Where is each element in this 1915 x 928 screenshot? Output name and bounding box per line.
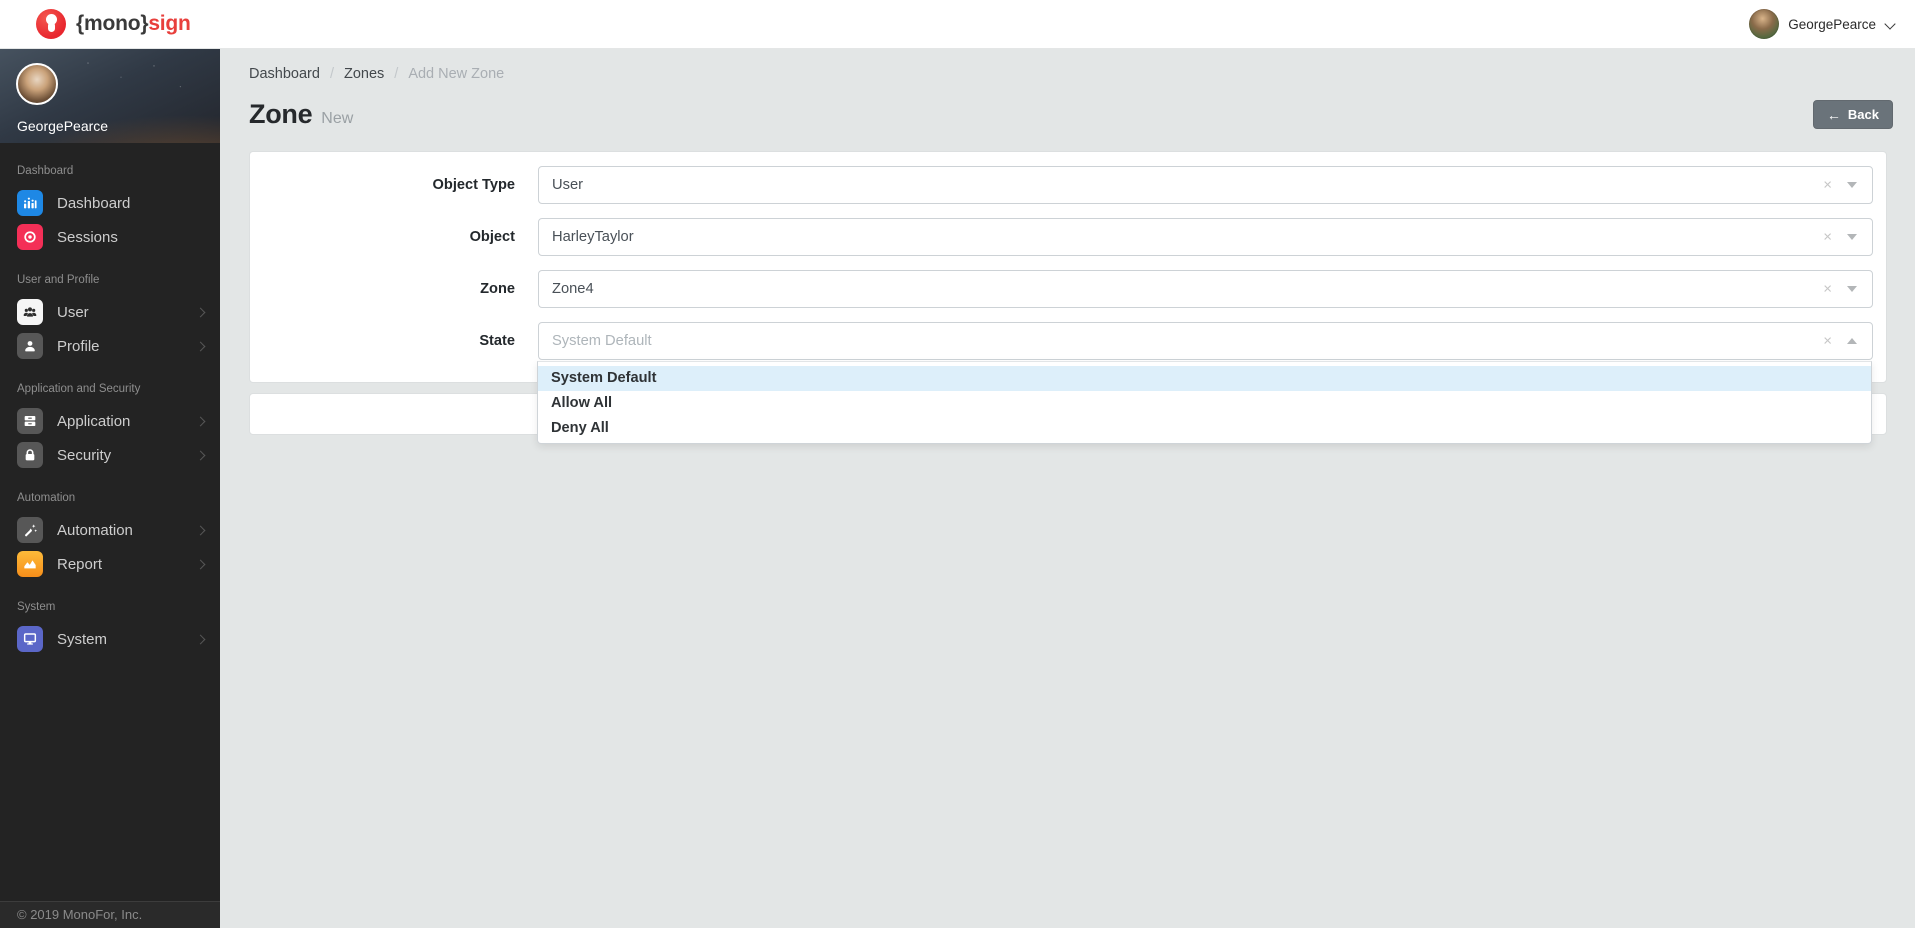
monosign-keyhole-icon — [36, 9, 66, 39]
sidebar-item-label: Automation — [57, 521, 133, 539]
clear-icon[interactable]: × — [1823, 334, 1832, 349]
breadcrumb-zones[interactable]: Zones — [344, 66, 384, 82]
sidebar-profile-name: GeorgePearce — [17, 118, 109, 134]
brand-name-sign: sign — [148, 12, 191, 35]
dashboard-icon — [17, 190, 43, 216]
form-row-object: Object HarleyTaylor × — [250, 218, 1886, 256]
brand-logo[interactable]: {mono}sign — [36, 9, 191, 39]
back-button[interactable]: ← Back — [1812, 100, 1893, 129]
page-title: Zone — [249, 99, 313, 129]
dropdown-option-deny-all[interactable]: Deny All — [538, 416, 1871, 441]
state-dropdown-menu: System Default Allow All Deny All — [537, 361, 1872, 444]
sidebar-profile-card: GeorgePearce — [0, 49, 220, 143]
brand-name: {mono}sign — [76, 12, 191, 36]
report-chart-icon — [17, 551, 43, 577]
form-row-state: State System Default × — [250, 322, 1886, 360]
nav-section-automation: Automation — [17, 492, 76, 504]
chevron-right-icon — [197, 635, 205, 643]
sessions-icon — [17, 224, 43, 250]
form-row-zone: Zone Zone4 × — [250, 270, 1886, 308]
clear-icon[interactable]: × — [1823, 178, 1832, 193]
object-type-value: User — [552, 177, 584, 193]
clear-icon[interactable]: × — [1823, 230, 1832, 245]
sidebar-item-profile[interactable]: Profile — [0, 329, 220, 363]
sidebar-item-label: Profile — [57, 337, 100, 355]
profile-icon — [17, 333, 43, 359]
sidebar-item-label: Dashboard — [57, 194, 131, 212]
users-icon — [17, 299, 43, 325]
application-icon — [17, 408, 43, 434]
monitor-icon — [17, 626, 43, 652]
caret-down-icon[interactable] — [1847, 286, 1857, 292]
sidebar-item-label: Report — [57, 555, 103, 573]
sidebar-nav: Dashboard Dashboard Sessions User and Pr… — [0, 143, 220, 656]
object-value: HarleyTaylor — [552, 229, 634, 245]
back-button-label: Back — [1847, 107, 1879, 122]
sidebar-item-label: Security — [57, 446, 112, 464]
back-arrow-icon: ← — [1826, 106, 1841, 123]
zone-form-card: Object Type User × Object HarleyTaylor ×… — [249, 151, 1887, 383]
zone-select[interactable]: Zone4 × — [538, 270, 1873, 308]
user-menu[interactable]: GeorgePearce — [1749, 9, 1895, 39]
sidebar-item-label: System — [57, 630, 108, 648]
caret-up-icon[interactable] — [1847, 338, 1857, 344]
object-type-select[interactable]: User × — [538, 166, 1873, 204]
chevron-right-icon — [197, 342, 205, 350]
breadcrumb-dashboard[interactable]: Dashboard — [249, 66, 320, 82]
object-label: Object — [469, 229, 515, 245]
breadcrumb-separator: / — [394, 66, 399, 82]
sidebar-item-application[interactable]: Application — [0, 404, 220, 438]
state-placeholder: System Default — [552, 333, 652, 349]
nav-section-dashboard: Dashboard — [17, 165, 74, 177]
sidebar-item-label: Sessions — [57, 228, 118, 246]
chevron-right-icon — [197, 417, 205, 425]
nav-section-user-profile: User and Profile — [17, 274, 100, 286]
sidebar-item-system[interactable]: System — [0, 622, 220, 656]
copyright-footer: © 2019 MonoFor, Inc. — [0, 901, 220, 928]
clear-icon[interactable]: × — [1823, 282, 1832, 297]
user-menu-name: GeorgePearce — [1788, 16, 1876, 32]
form-row-object-type: Object Type User × — [250, 166, 1886, 204]
nav-section-application-security: Application and Security — [17, 383, 141, 395]
app-root: {mono}sign GeorgePearce GeorgePearce Das… — [0, 0, 1915, 928]
chevron-down-icon — [1885, 19, 1895, 29]
caret-down-icon[interactable] — [1847, 182, 1857, 188]
sidebar-item-user[interactable]: User — [0, 295, 220, 329]
page-head: Zone New — [249, 99, 353, 130]
page-subtitle: New — [321, 110, 354, 127]
top-bar: {mono}sign GeorgePearce — [0, 0, 1915, 49]
sidebar-item-label: User — [57, 303, 89, 321]
sidebar-item-automation[interactable]: Automation — [0, 513, 220, 547]
sidebar-item-dashboard[interactable]: Dashboard — [0, 186, 220, 220]
object-type-label: Object Type — [432, 177, 515, 193]
chevron-right-icon — [197, 560, 205, 568]
dropdown-option-allow-all[interactable]: Allow All — [538, 391, 1871, 416]
breadcrumb-separator: / — [329, 66, 334, 82]
state-select[interactable]: System Default × — [538, 322, 1873, 360]
object-select[interactable]: HarleyTaylor × — [538, 218, 1873, 256]
user-avatar — [1749, 9, 1780, 39]
chevron-right-icon — [197, 308, 205, 316]
breadcrumb: Dashboard / Zones / Add New Zone — [249, 66, 504, 82]
sidebar-item-security[interactable]: Security — [0, 438, 220, 472]
zone-value: Zone4 — [552, 281, 594, 297]
chevron-right-icon — [197, 526, 205, 534]
magic-wand-icon — [17, 517, 43, 543]
zone-label: Zone — [480, 281, 515, 297]
main-content: Dashboard / Zones / Add New Zone Zone Ne… — [220, 49, 1915, 928]
sidebar-profile-avatar — [16, 63, 58, 105]
sidebar-item-sessions[interactable]: Sessions — [0, 220, 220, 254]
caret-down-icon[interactable] — [1847, 234, 1857, 240]
nav-section-system: System — [17, 601, 56, 613]
brand-name-mono: {mono} — [76, 12, 149, 35]
lock-icon — [17, 442, 43, 468]
dropdown-option-system-default[interactable]: System Default — [538, 366, 1871, 391]
sidebar: GeorgePearce Dashboard Dashboard Session… — [0, 49, 220, 928]
breadcrumb-current: Add New Zone — [408, 66, 505, 82]
state-label: State — [479, 333, 515, 349]
chevron-right-icon — [197, 451, 205, 459]
sidebar-item-report[interactable]: Report — [0, 547, 220, 581]
sidebar-item-label: Application — [57, 412, 131, 430]
